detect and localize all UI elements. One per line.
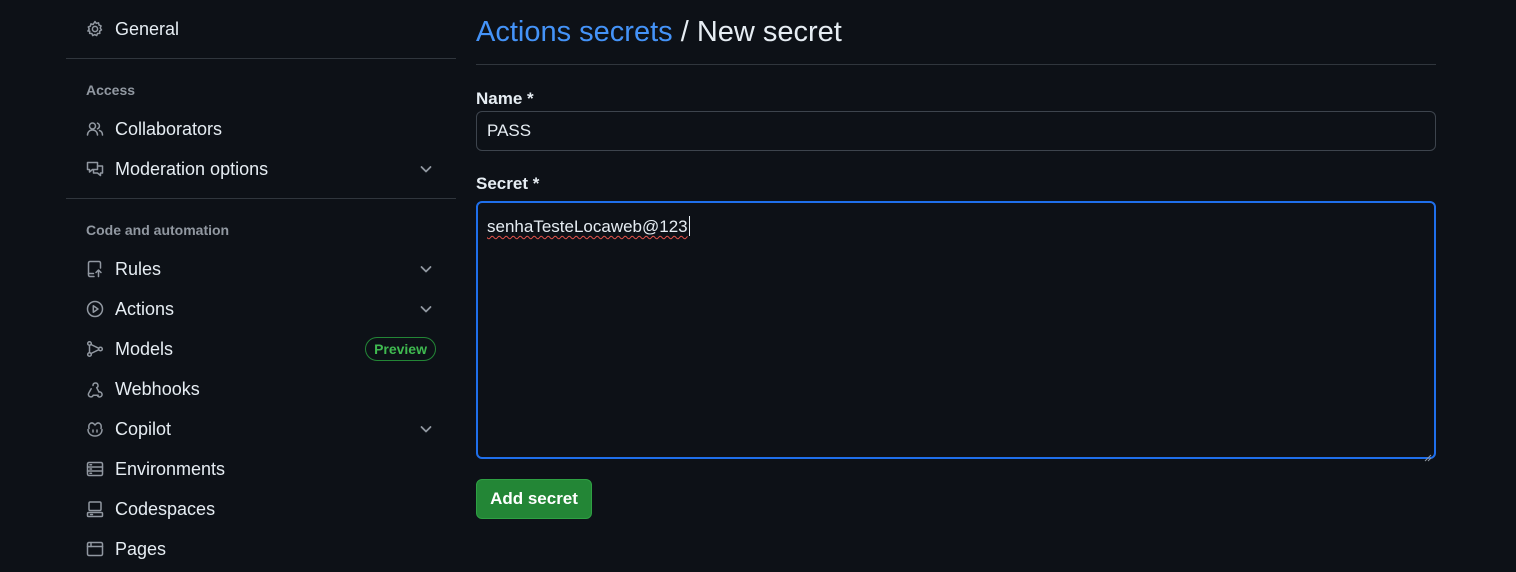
git-branch-icon — [86, 340, 104, 358]
secret-value: senhaTesteLocaweb@123 — [487, 217, 688, 236]
webhook-icon — [86, 380, 104, 398]
breadcrumb-current: New secret — [696, 16, 842, 48]
sidebar-item-copilot[interactable]: Copilot — [66, 412, 456, 446]
page-title: Actions secrets / New secret — [476, 16, 842, 49]
sidebar-item-label: Webhooks — [115, 378, 200, 399]
sidebar-item-label: Codespaces — [115, 498, 216, 519]
sidebar-item-moderation-options[interactable]: Moderation options — [66, 152, 456, 186]
resize-handle-icon[interactable] — [1424, 447, 1432, 462]
secret-textarea[interactable]: senhaTesteLocaweb@123 — [476, 201, 1436, 462]
people-icon — [86, 120, 104, 138]
chevron-down-icon[interactable] — [418, 301, 434, 317]
text-caret — [688, 216, 690, 236]
page: General Access Collaborators Moderation … — [0, 0, 1516, 572]
name-input[interactable] — [476, 111, 1436, 151]
copilot-icon — [86, 420, 104, 438]
sidebar-item-rules[interactable]: Rules — [66, 252, 456, 286]
sidebar-divider — [66, 58, 456, 59]
sidebar-item-label: Copilot — [115, 418, 172, 439]
breadcrumb-separator: / — [672, 16, 697, 48]
play-icon — [86, 300, 104, 318]
sidebar-item-label: Collaborators — [115, 118, 223, 139]
sidebar-item-models[interactable]: Models Preview — [66, 332, 456, 366]
sidebar-item-environments[interactable]: Environments — [66, 452, 456, 486]
sidebar-item-label: Rules — [115, 258, 162, 279]
sidebar-item-label: General — [115, 18, 180, 39]
section-heading-code-automation: Code and automation — [86, 222, 230, 238]
comment-discussion-icon — [86, 160, 104, 178]
sidebar-item-webhooks[interactable]: Webhooks — [66, 372, 456, 406]
sidebar-item-label: Models — [115, 338, 174, 359]
gear-icon — [86, 20, 104, 38]
sidebar-item-actions[interactable]: Actions — [66, 292, 456, 326]
sidebar-item-label: Actions — [115, 298, 175, 319]
sidebar-item-label: Moderation options — [115, 158, 269, 179]
chevron-down-icon[interactable] — [418, 421, 434, 437]
chevron-down-icon[interactable] — [418, 261, 434, 277]
breadcrumb-actions-secrets-link[interactable]: Actions secrets — [476, 16, 673, 48]
title-divider — [476, 64, 1436, 65]
sidebar-divider — [66, 198, 456, 199]
server-icon — [86, 460, 104, 478]
name-label: Name * — [476, 89, 534, 108]
preview-badge: Preview — [365, 337, 436, 361]
secret-label: Secret * — [476, 174, 540, 193]
add-secret-button[interactable]: Add secret — [476, 479, 592, 519]
sidebar-item-general[interactable]: General — [66, 12, 456, 46]
section-heading-access: Access — [86, 82, 136, 98]
sidebar-item-label: Pages — [115, 538, 167, 559]
browser-icon — [86, 540, 104, 558]
sidebar-item-collaborators[interactable]: Collaborators — [66, 112, 456, 146]
codespaces-icon — [86, 500, 104, 518]
sidebar-item-codespaces[interactable]: Codespaces — [66, 492, 456, 526]
sidebar-item-label: Environments — [115, 458, 226, 479]
sidebar-item-pages[interactable]: Pages — [66, 532, 456, 566]
chevron-down-icon[interactable] — [418, 161, 434, 177]
repo-push-icon — [86, 260, 104, 278]
